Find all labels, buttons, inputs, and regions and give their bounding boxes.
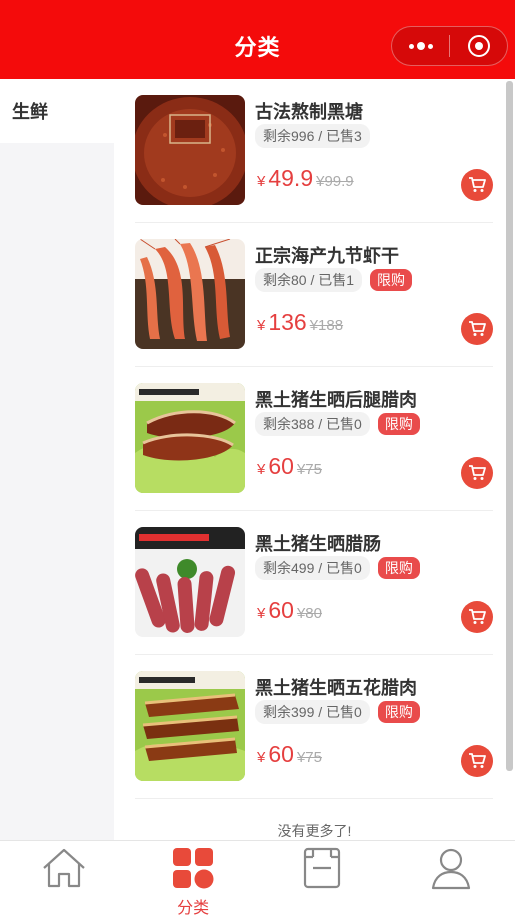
limit-badge: 限购 [377, 413, 420, 435]
product-meta: 剩余388 / 已售0 限购 [255, 412, 420, 436]
add-to-cart-button[interactable] [461, 601, 493, 633]
product-price: ¥ 60 ¥75 [257, 741, 322, 768]
original-price: ¥99.9 [316, 173, 354, 190]
stock-badge: 剩余80 / 已售1 [255, 268, 363, 292]
currency-symbol: ¥ [257, 605, 266, 622]
close-mini-program-button[interactable] [450, 27, 507, 65]
stock-badge: 剩余499 / 已售0 [255, 556, 370, 580]
product-meta: 剩余996 / 已售3 [255, 124, 370, 148]
product-price: ¥ 60 ¥80 [257, 597, 322, 624]
currency-symbol: ¥ [257, 173, 266, 190]
product-image-dried-shrimp [135, 239, 245, 349]
product-card[interactable]: 黑土猪生晒五花腊肉 剩余399 / 已售0 限购 ¥ 60 ¥75 [135, 655, 493, 799]
add-to-cart-button[interactable] [461, 169, 493, 201]
more-dots-icon [408, 42, 433, 50]
product-name: 正宗海产九节虾干 [255, 246, 399, 266]
category-sidebar: 生鲜 [0, 79, 114, 840]
sale-price: 136 [268, 309, 307, 335]
tab-profile[interactable] [386, 841, 515, 919]
target-icon [467, 35, 490, 57]
product-card[interactable]: 古法熬制黑塘 剩余996 / 已售3 ¥ 49.9 ¥99.9 [135, 79, 493, 223]
category-grid-icon [173, 848, 214, 889]
shopping-cart-icon [469, 753, 486, 768]
mini-program-capsule [391, 26, 508, 66]
stock-badge: 剩余388 / 已售0 [255, 412, 370, 436]
limit-badge: 限购 [377, 701, 420, 723]
product-card[interactable]: 黑土猪生晒腊肠 剩余499 / 已售0 限购 ¥ 60 ¥80 [135, 511, 493, 655]
original-price: ¥75 [296, 461, 322, 478]
product-image-cured-pork-leg [135, 383, 245, 493]
product-image-cured-pork-belly [135, 671, 245, 781]
sale-price: 49.9 [268, 165, 314, 191]
shopping-cart-icon [469, 609, 486, 624]
shopping-bag-icon [303, 847, 340, 889]
sidebar-item-fresh[interactable]: 生鲜 [0, 79, 114, 143]
product-card[interactable]: 黑土猪生晒后腿腊肉 剩余388 / 已售0 限购 ¥ 60 ¥75 [135, 367, 493, 511]
product-image-sausages [135, 527, 245, 637]
sale-price: 60 [268, 741, 294, 767]
bottom-tab-bar: 分类 [0, 840, 515, 919]
product-meta: 剩余499 / 已售0 限购 [255, 556, 420, 580]
product-name: 黑土猪生晒五花腊肉 [255, 678, 417, 698]
tab-home[interactable] [0, 841, 129, 919]
sidebar-item-label: 生鲜 [12, 102, 48, 122]
scrollbar[interactable] [506, 81, 513, 771]
original-price: ¥75 [296, 749, 322, 766]
shopping-cart-icon [469, 177, 486, 192]
original-price: ¥80 [296, 605, 322, 622]
tab-cart[interactable] [258, 841, 387, 919]
add-to-cart-button[interactable] [461, 745, 493, 777]
original-price: ¥188 [309, 317, 344, 334]
product-meta: 剩余80 / 已售1 限购 [255, 268, 413, 292]
product-list[interactable]: 古法熬制黑塘 剩余996 / 已售3 ¥ 49.9 ¥99.9 正宗海产九节虾干… [114, 79, 515, 840]
product-name: 黑土猪生晒腊肠 [255, 534, 381, 554]
product-image-brown-sugar [135, 95, 245, 205]
product-price: ¥ 49.9 ¥99.9 [257, 165, 354, 192]
title-bar: 分类 [0, 0, 515, 79]
home-icon [43, 848, 86, 888]
more-menu-button[interactable] [392, 27, 449, 65]
limit-badge: 限购 [370, 269, 413, 291]
user-icon [431, 848, 470, 890]
shopping-cart-icon [469, 465, 486, 480]
product-card[interactable]: 正宗海产九节虾干 剩余80 / 已售1 限购 ¥ 136 ¥188 [135, 223, 493, 367]
end-of-list-note: 没有更多了! [277, 823, 352, 839]
add-to-cart-button[interactable] [461, 313, 493, 345]
product-name: 黑土猪生晒后腿腊肉 [255, 390, 417, 410]
stock-badge: 剩余399 / 已售0 [255, 700, 370, 724]
currency-symbol: ¥ [257, 317, 266, 334]
add-to-cart-button[interactable] [461, 457, 493, 489]
sale-price: 60 [268, 597, 294, 623]
product-price: ¥ 136 ¥188 [257, 309, 343, 336]
currency-symbol: ¥ [257, 749, 266, 766]
stock-badge: 剩余996 / 已售3 [255, 124, 370, 148]
tab-category-label: 分类 [177, 900, 210, 917]
tab-category[interactable]: 分类 [129, 841, 258, 919]
shopping-cart-icon [469, 321, 486, 336]
product-name: 古法熬制黑塘 [255, 102, 363, 122]
product-meta: 剩余399 / 已售0 限购 [255, 700, 420, 724]
limit-badge: 限购 [377, 557, 420, 579]
sale-price: 60 [268, 453, 294, 479]
currency-symbol: ¥ [257, 461, 266, 478]
product-price: ¥ 60 ¥75 [257, 453, 322, 480]
